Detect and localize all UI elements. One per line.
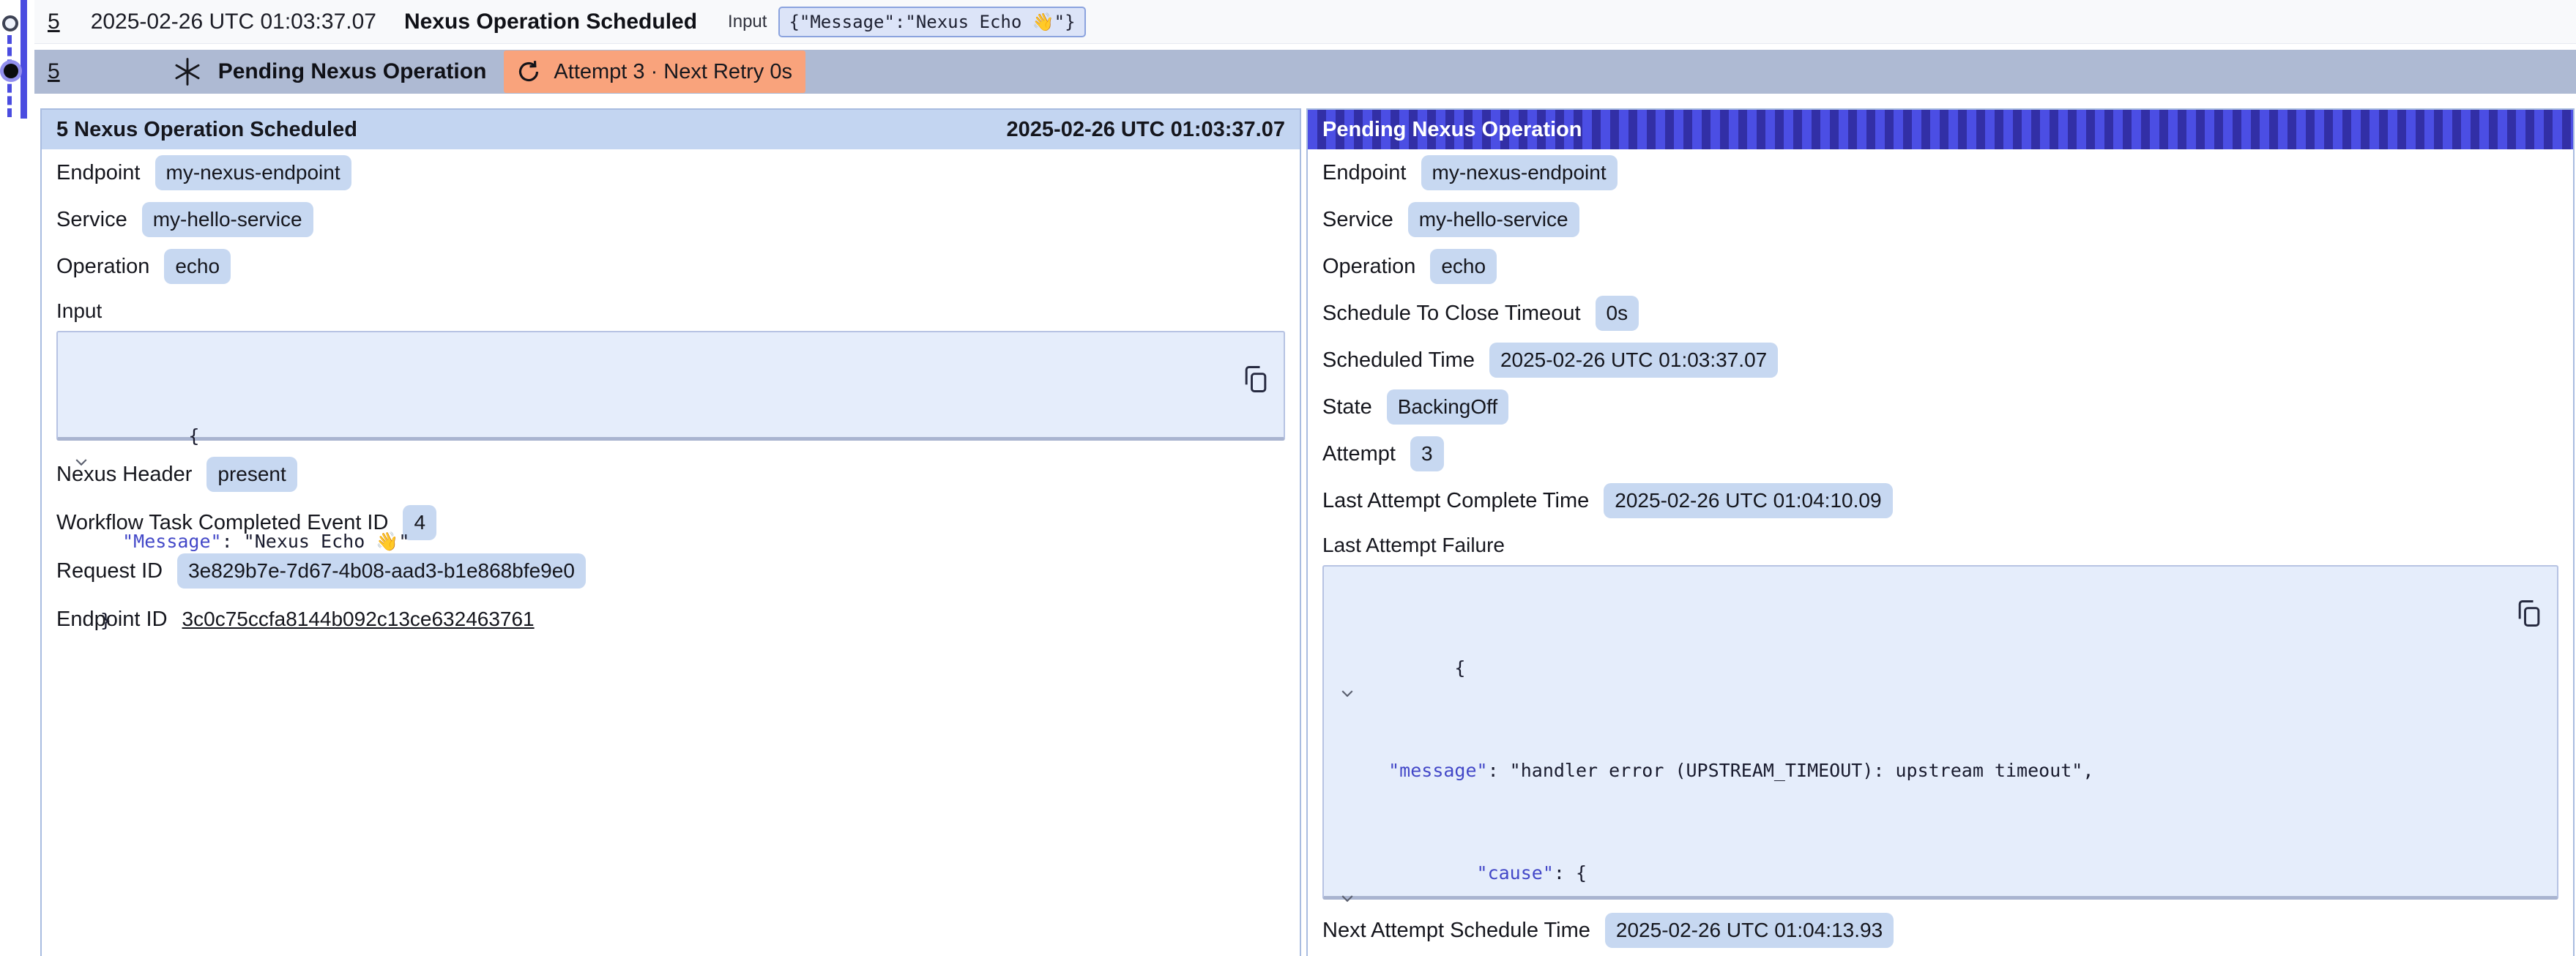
event-detail-panel: 5 Nexus Operation Scheduled 2025-02-26 U… bbox=[40, 108, 1301, 956]
field-row-schedule-to-close-timeout: Schedule To Close Timeout 0s bbox=[1308, 290, 2573, 337]
event-input-preview-chip[interactable]: {"Message":"Nexus Echo 👋"} bbox=[778, 7, 1085, 37]
json-line: "cause": { bbox=[1366, 834, 2506, 911]
field-value-badge: BackingOff bbox=[1387, 389, 1508, 425]
collapse-chevron-icon[interactable] bbox=[1339, 633, 1356, 651]
event-name: Nexus Operation Scheduled bbox=[404, 10, 697, 34]
field-row-operation: Operation echo bbox=[42, 243, 1300, 290]
field-value-badge: echo bbox=[164, 249, 231, 284]
field-row-endpoint: Endpoint my-nexus-endpoint bbox=[1308, 149, 2573, 196]
field-row-last-attempt-complete-time: Last Attempt Complete Time 2025-02-26 UT… bbox=[1308, 477, 2573, 524]
json-line: } bbox=[100, 608, 1232, 634]
field-value-badge: echo bbox=[1430, 249, 1497, 284]
input-section-label: Input bbox=[42, 294, 1300, 328]
field-row-endpoint: Endpoint my-nexus-endpoint bbox=[42, 149, 1300, 196]
field-row-operation: Operation echo bbox=[1308, 243, 2573, 290]
field-row-service: Service my-hello-service bbox=[1308, 196, 2573, 243]
field-value-badge: my-hello-service bbox=[142, 202, 313, 237]
field-value-badge: my-nexus-endpoint bbox=[1421, 155, 1618, 190]
pending-event-id-link[interactable]: 5 bbox=[48, 59, 60, 84]
last-attempt-failure-label: Last Attempt Failure bbox=[1308, 529, 2573, 562]
copy-button[interactable] bbox=[2513, 575, 2547, 609]
input-code-block: { "Message": "Nexus Echo 👋" } bbox=[56, 331, 1285, 441]
field-row-attempt: Attempt 3 bbox=[1308, 430, 2573, 477]
event-input-label: Input bbox=[728, 12, 767, 32]
pending-operation-panel: Pending Nexus Operation Endpoint my-nexu… bbox=[1306, 108, 2575, 956]
field-label: Schedule To Close Timeout bbox=[1322, 302, 1581, 326]
field-label: Endpoint bbox=[56, 161, 141, 185]
field-label: State bbox=[1322, 395, 1372, 419]
field-label: Attempt bbox=[1322, 442, 1396, 466]
event-timestamp: 2025-02-26 UTC 01:03:37.07 bbox=[91, 10, 376, 34]
field-row-service: Service my-hello-service bbox=[42, 196, 1300, 243]
field-label: Service bbox=[1322, 208, 1393, 232]
field-row-state: State BackingOff bbox=[1308, 384, 2573, 430]
field-label: Operation bbox=[1322, 255, 1415, 279]
collapse-chevron-icon[interactable] bbox=[72, 400, 90, 418]
field-label: Operation bbox=[56, 255, 149, 279]
field-label: Endpoint bbox=[1322, 161, 1407, 185]
field-label: Scheduled Time bbox=[1322, 348, 1475, 373]
pending-asterisk-icon bbox=[171, 56, 204, 88]
field-value-badge: my-nexus-endpoint bbox=[155, 155, 351, 190]
retry-icon bbox=[514, 57, 543, 86]
timeline-selection-bar bbox=[21, 0, 27, 119]
pending-operation-header-title: Pending Nexus Operation bbox=[1322, 118, 1582, 142]
json-line: { bbox=[1366, 630, 2506, 706]
event-detail-header: 5 Nexus Operation Scheduled 2025-02-26 U… bbox=[42, 110, 1300, 149]
last-attempt-failure-code-block: { "message": "handler error (UPSTREAM_TI… bbox=[1322, 565, 2558, 900]
field-value-badge: 3 bbox=[1410, 436, 1444, 471]
field-label: Last Attempt Complete Time bbox=[1322, 489, 1589, 513]
event-row-nexus-operation-scheduled[interactable]: 5 2025-02-26 UTC 01:03:37.07 Nexus Opera… bbox=[34, 0, 2576, 44]
copy-button[interactable] bbox=[1240, 341, 1273, 375]
pending-operation-header: Pending Nexus Operation bbox=[1308, 110, 2573, 149]
event-id-link[interactable]: 5 bbox=[48, 10, 60, 34]
pending-nexus-operation-row[interactable]: 5 Pending Nexus Operation Attempt 3 · Ne… bbox=[34, 50, 2576, 94]
copy-icon bbox=[1240, 363, 1272, 395]
collapse-chevron-icon[interactable] bbox=[1339, 838, 1356, 856]
event-history-view: 5 2025-02-26 UTC 01:03:37.07 Nexus Opera… bbox=[0, 0, 2576, 956]
event-detail-timestamp: 2025-02-26 UTC 01:03:37.07 bbox=[1007, 118, 1285, 142]
field-label: Service bbox=[56, 208, 127, 232]
field-value-badge: 0s bbox=[1596, 296, 1639, 331]
pending-operation-title: Pending Nexus Operation bbox=[218, 59, 487, 84]
timeline-current-node-icon bbox=[4, 64, 18, 78]
attempt-retry-text: Attempt 3 · Next Retry 0s bbox=[554, 60, 792, 84]
event-detail-title: 5 Nexus Operation Scheduled bbox=[56, 118, 357, 142]
field-value-badge: 2025-02-26 UTC 01:03:37.07 bbox=[1489, 343, 1778, 378]
copy-icon bbox=[2513, 597, 2545, 630]
field-row-scheduled-time: Scheduled Time 2025-02-26 UTC 01:03:37.0… bbox=[1308, 337, 2573, 384]
timeline-open-node-icon bbox=[2, 15, 18, 31]
json-line: "message": "handler error (UPSTREAM_TIME… bbox=[1366, 758, 2506, 783]
field-value-badge: 2025-02-26 UTC 01:04:10.09 bbox=[1604, 483, 1892, 518]
json-line: { bbox=[100, 397, 1232, 476]
json-line: "Message": "Nexus Echo 👋" bbox=[100, 529, 1232, 555]
field-value-badge: my-hello-service bbox=[1408, 202, 1579, 237]
attempt-retry-badge: Attempt 3 · Next Retry 0s bbox=[504, 51, 805, 93]
